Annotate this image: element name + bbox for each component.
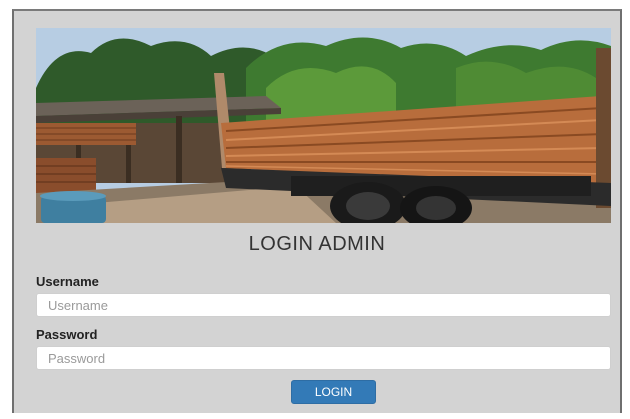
username-input[interactable] <box>36 293 611 317</box>
password-input[interactable] <box>36 346 611 370</box>
timber-truck-illustration <box>36 28 611 223</box>
login-button[interactable]: LOGIN <box>291 380 376 404</box>
password-label: Password <box>36 327 98 342</box>
page-title: LOGIN ADMIN <box>248 233 386 255</box>
hero-image-timber-truck <box>36 28 611 223</box>
username-label: Username <box>36 274 99 289</box>
login-panel: LOGIN ADMIN Username Password LOGIN <box>12 9 622 413</box>
